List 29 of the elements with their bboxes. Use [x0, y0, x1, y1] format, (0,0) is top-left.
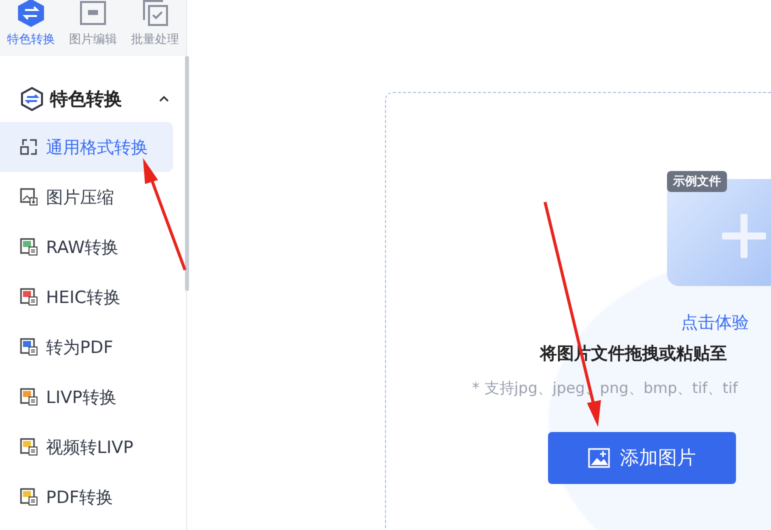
file-badge-icon [20, 338, 38, 356]
menu-item[interactable]: LIVP转换 [0, 372, 173, 422]
sample-link[interactable]: 点击体验 [681, 311, 771, 334]
menu-item[interactable]: 图片压缩 [0, 172, 173, 222]
section-title: 特色转换 [50, 88, 123, 111]
menu-item[interactable]: 视频转LIVP [0, 422, 173, 472]
menu-item[interactable]: HEIC转换 [0, 272, 173, 322]
scrollbar[interactable] [185, 56, 189, 291]
swap-hexagon-icon [20, 86, 44, 112]
file-badge-icon [20, 438, 38, 456]
menu-item[interactable]: 转为PDF [0, 322, 173, 372]
add-image-button[interactable]: 添加图片 [548, 432, 736, 484]
frame-icon [78, 0, 108, 28]
sidebar-tab[interactable]: 特色转换 [0, 0, 62, 48]
supported-formats: * 支持jpg、jpeg、png、bmp、tif、tif [472, 379, 739, 398]
file-badge-icon [20, 388, 38, 406]
swap-squares-icon [20, 138, 38, 156]
stacked-check-icon [140, 0, 170, 28]
plus-icon [722, 214, 766, 258]
menu-item[interactable]: 通用格式转换 [0, 122, 173, 172]
sample-tag: 示例文件 [667, 171, 727, 192]
menu-item[interactable]: RAW转换 [0, 222, 173, 272]
image-add-icon [588, 448, 610, 468]
file-badge-icon [20, 288, 38, 306]
file-badge-icon [20, 238, 38, 256]
image-compress-icon [20, 188, 38, 206]
menu-item[interactable]: PDF转换 [0, 472, 173, 522]
file-badge-icon [20, 488, 38, 506]
caret-icon[interactable] [158, 95, 170, 103]
